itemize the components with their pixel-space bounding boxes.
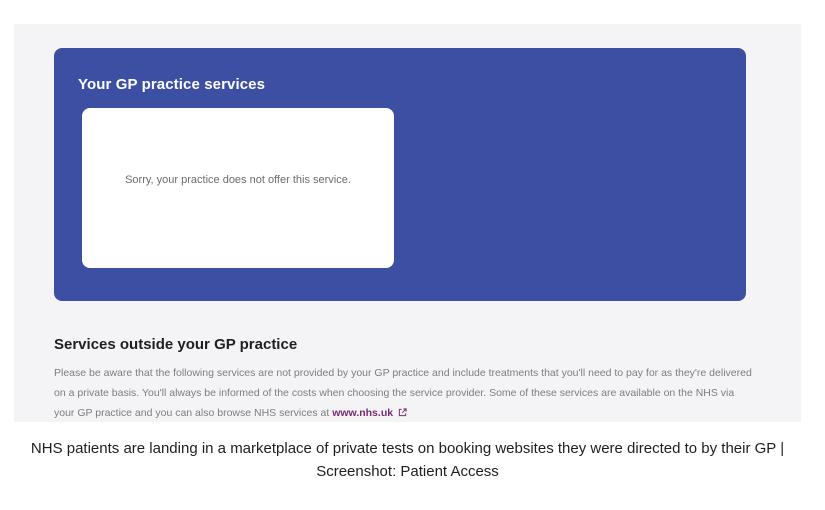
nhs-website-link[interactable]: www.nhs.uk xyxy=(332,407,407,419)
no-service-message: Sorry, your practice does not offer this… xyxy=(125,174,351,186)
external-link-icon[interactable] xyxy=(398,408,407,417)
screenshot-frame: Your GP practice services Sorry, your pr… xyxy=(14,24,801,422)
image-caption: NHS patients are landing in a marketplac… xyxy=(30,440,785,480)
gp-services-panel: Your GP practice services Sorry, your pr… xyxy=(54,48,746,301)
nhs-link-label[interactable]: www.nhs.uk xyxy=(332,407,393,419)
gp-services-title: Your GP practice services xyxy=(78,76,266,93)
outside-services-description: Please be aware that the following servi… xyxy=(54,363,754,422)
gp-services-card: Sorry, your practice does not offer this… xyxy=(82,108,394,268)
outside-services-heading: Services outside your GP practice xyxy=(54,336,298,353)
